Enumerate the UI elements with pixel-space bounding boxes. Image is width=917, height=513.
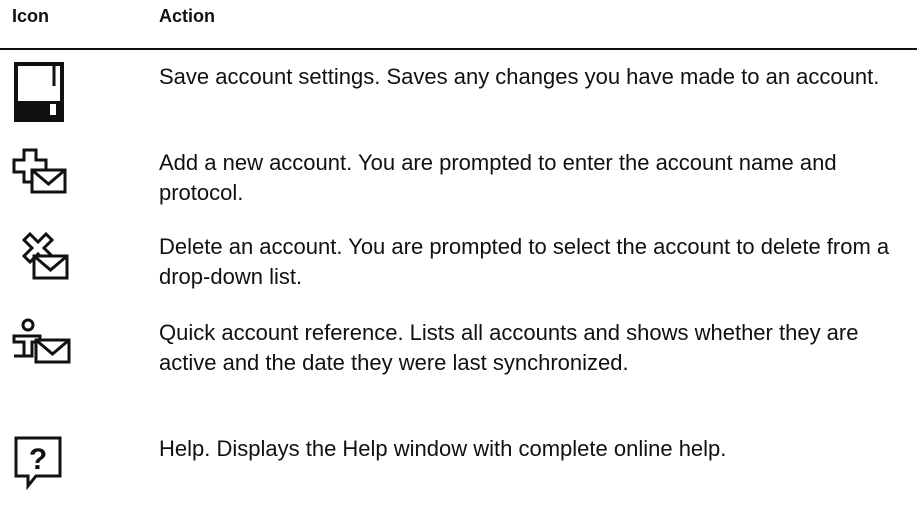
delete-account-icon xyxy=(10,232,76,298)
icon-column-header: Icon xyxy=(12,6,50,26)
save-icon xyxy=(10,62,76,128)
account-reference-description: Quick account reference. Lists all accou… xyxy=(159,320,859,375)
help-icon: ? xyxy=(10,434,76,500)
table-header: Icon Action xyxy=(0,0,917,50)
action-column-header: Action xyxy=(159,6,215,26)
account-reference-icon xyxy=(10,318,76,384)
save-description: Save account settings. Saves any changes… xyxy=(159,64,880,89)
svg-text:?: ? xyxy=(29,443,47,476)
add-account-icon xyxy=(10,148,76,214)
help-description: Help. Displays the Help window with comp… xyxy=(159,436,727,461)
delete-account-description: Delete an account. You are prompted to s… xyxy=(159,234,890,289)
add-account-description: Add a new account. You are prompted to e… xyxy=(159,150,837,205)
